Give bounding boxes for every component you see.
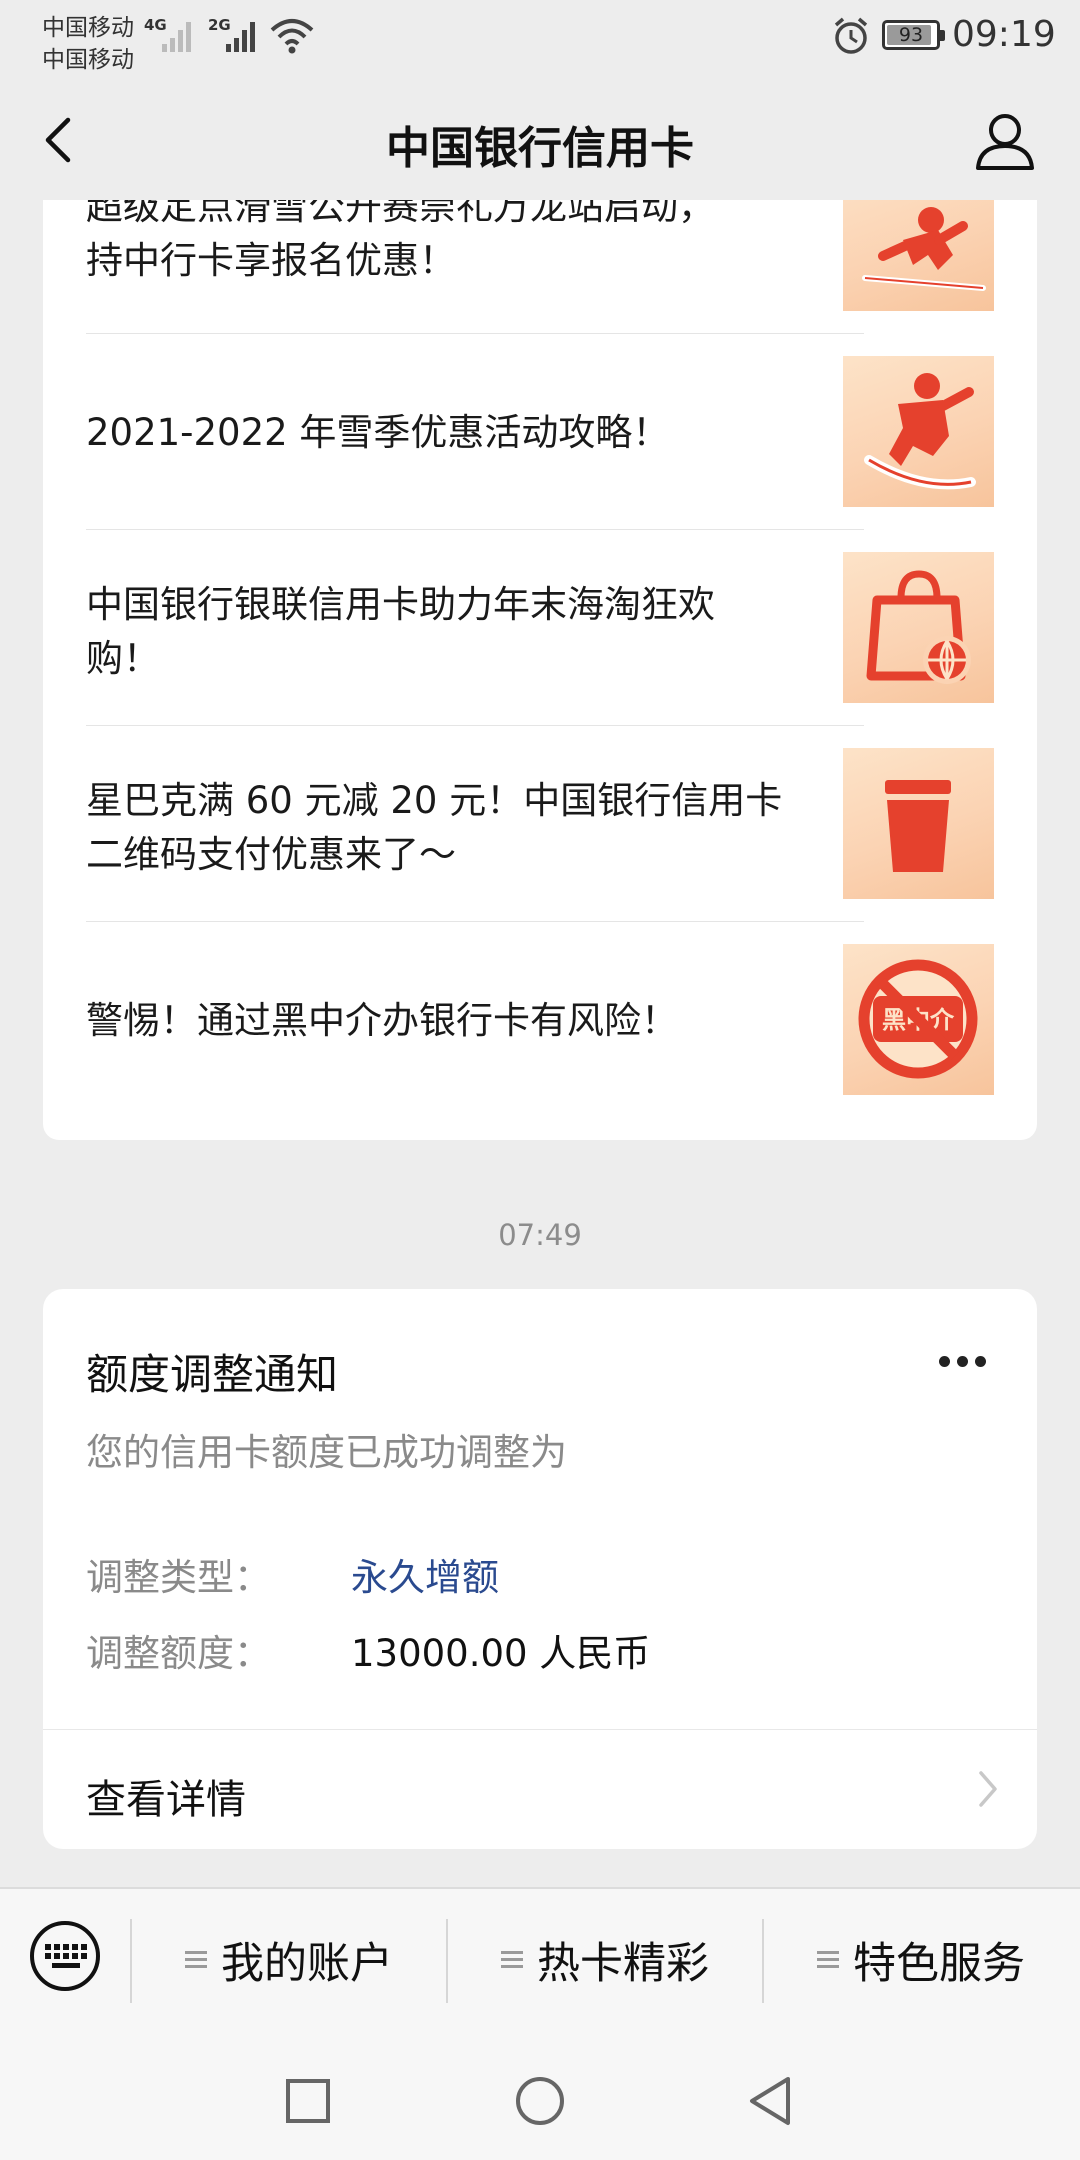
bottom-menu: 我的账户 热卡精彩 特色服务 [0,1887,1080,2037]
adjust-type-label: 调整类型： [86,1556,271,1599]
keyboard-icon[interactable] [28,1919,102,1993]
news-item[interactable]: 警惕！通过黑中介办银行卡有风险！ [86,994,864,1048]
menu-special-services[interactable]: 特色服务 [817,1925,1025,1995]
notice-title: 额度调整通知 [86,1350,339,1399]
menu-lines-icon [185,1951,207,1969]
news-item[interactable]: 中国银行银联信用卡助力年末海淘狂欢 购！ [86,578,864,686]
divider [86,921,864,922]
news-card: 超级定点滑雪公开赛崇礼万龙站启动， 持中行卡享报名优惠！ 2021-2022 年… [43,200,1037,1140]
alarm-icon [834,17,868,54]
back-icon[interactable] [744,2075,796,2127]
view-details-link[interactable]: 查看详情 [86,1767,246,1825]
carrier-2: 中国移动 [42,47,134,73]
menu-hot-cards[interactable]: 热卡精彩 [501,1925,709,1995]
snowboarder-icon [843,356,994,507]
divider [43,1729,1037,1730]
credit-limit-notice-card[interactable]: 额度调整通知 您的信用卡额度已成功调整为 调整类型： 永久增额 调整额度： 13… [43,1289,1037,1849]
adjust-amount-label: 调整额度： [86,1632,271,1675]
shopping-bag-globe-icon [843,552,994,703]
menu-separator [446,1919,448,2003]
message-timestamp: 07:49 [498,1218,582,1252]
home-icon[interactable] [514,2075,566,2127]
menu-label: 热卡精彩 [537,1939,709,1989]
news-item[interactable]: 星巴克满 60 元减 20 元！中国银行信用卡 二维码支付优惠来了～ [86,774,864,882]
page-title: 中国银行信用卡 [386,123,694,174]
news-title-line-2: 二维码支付优惠来了～ [86,833,456,876]
coffee-cup-icon [843,748,994,899]
news-title-line-2: 持中行卡享报名优惠！ [86,239,456,282]
battery-level: 93 [898,24,924,46]
divider [86,725,864,726]
carrier-1: 中国移动 [42,15,134,41]
recent-apps-icon[interactable] [282,2075,334,2127]
news-title-line-1: 星巴克满 60 元减 20 元！中国银行信用卡 [86,779,783,822]
wifi-icon [270,19,314,54]
news-title-line-1: 2021-2022 年雪季优惠活动攻略！ [86,411,670,454]
chevron-right-icon[interactable] [973,1767,1003,1811]
divider [86,529,864,530]
news-title-line-1: 警惕！通过黑中介办银行卡有风险！ [86,999,678,1042]
news-title-line-2: 购！ [86,637,160,680]
divider [86,333,864,334]
menu-separator [762,1919,764,2003]
more-options-icon[interactable] [933,1347,993,1377]
user-icon[interactable] [970,106,1040,176]
status-time: 09:19 [952,14,1056,55]
menu-separator [130,1919,132,2003]
notice-description: 您的信用卡额度已成功调整为 [86,1431,567,1474]
menu-label: 特色服务 [853,1939,1025,1989]
news-title-line-1: 超级定点滑雪公开赛崇礼万龙站启动， [86,200,715,228]
signal-icon-1 [160,18,194,52]
status-bar: 中国移动 中国移动 4G 2G 93 09:19 [0,0,1080,80]
adjust-type-value: 永久增额 [351,1556,499,1599]
no-agent-icon: 黑中介 [843,944,994,1095]
skier-icon [843,200,994,311]
system-nav-bar [0,2037,1080,2160]
news-item[interactable]: 2021-2022 年雪季优惠活动攻略！ [86,406,864,460]
battery-indicator: 93 [882,20,945,50]
menu-label: 我的账户 [221,1939,393,1989]
nav-bar: 中国银行信用卡 [0,80,1080,200]
news-title-line-1: 中国银行银联信用卡助力年末海淘狂欢 [86,583,715,626]
adjust-amount-value: 13000.00 人民币 [351,1632,651,1675]
menu-lines-icon [501,1951,523,1969]
menu-lines-icon [817,1951,839,1969]
menu-my-account[interactable]: 我的账户 [185,1925,393,1995]
signal-icon-2 [224,18,258,52]
news-item[interactable]: 超级定点滑雪公开赛崇礼万龙站启动， 持中行卡享报名优惠！ [86,200,864,288]
